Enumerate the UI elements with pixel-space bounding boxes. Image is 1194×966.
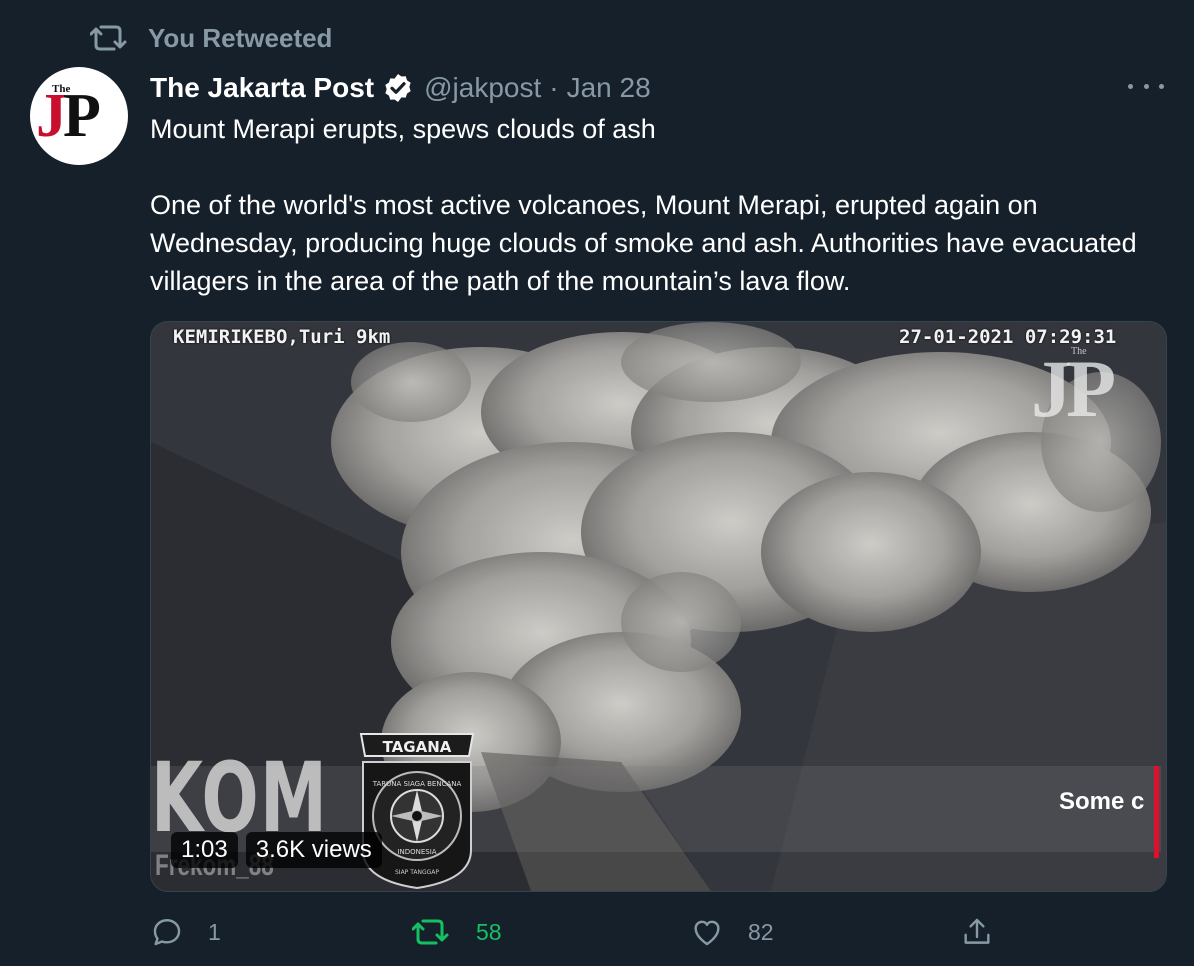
video-views-badge: 3.6K views xyxy=(245,832,382,868)
retweet-icon xyxy=(90,25,127,51)
author-avatar[interactable]: The JP xyxy=(30,67,128,165)
video-info-badges: 1:03 3.6K views xyxy=(171,832,382,868)
avatar-logo: JP xyxy=(36,82,101,150)
like-button[interactable]: 82 xyxy=(690,912,774,952)
video-player[interactable]: KEMIRIKEBO,Turi 9km 27-01-2021 07:29:31 … xyxy=(150,321,1167,892)
camera-location-label: KEMIRIKEBO,Turi 9km xyxy=(173,326,391,348)
reply-button[interactable]: 1 xyxy=(150,912,221,952)
caption-accent-bar xyxy=(1154,766,1159,858)
tweet-header: The Jakarta Post @jakpost · Jan 28 xyxy=(150,68,651,108)
author-handle[interactable]: @jakpost xyxy=(424,72,541,104)
svg-text:TARUNA SIAGA BENCANA: TARUNA SIAGA BENCANA xyxy=(372,780,462,788)
tweet-text: Mount Merapi erupts, spews clouds of ash… xyxy=(150,110,1180,300)
retweet-action-icon xyxy=(412,919,449,945)
verified-badge-icon xyxy=(385,74,411,102)
tweet-body: One of the world's most active volcanoes… xyxy=(150,190,1137,296)
retweet-count: 58 xyxy=(476,918,502,945)
heart-icon xyxy=(694,920,720,946)
tweet-headline: Mount Merapi erupts, spews clouds of ash xyxy=(150,114,656,144)
like-count: 82 xyxy=(748,918,774,945)
reply-icon xyxy=(153,919,181,946)
tweet-date[interactable]: Jan 28 xyxy=(567,72,651,104)
tagana-label: TAGANA xyxy=(383,738,452,756)
share-icon xyxy=(964,918,990,944)
header-separator: · xyxy=(549,72,559,103)
watermark-logo: JP xyxy=(1031,343,1116,434)
svg-text:SIAP TANGGAP: SIAP TANGGAP xyxy=(395,869,439,876)
retweet-context-label: You Retweeted xyxy=(148,22,333,53)
svg-text:INDONESIA: INDONESIA xyxy=(397,848,436,856)
video-duration-badge: 1:03 xyxy=(171,832,238,868)
more-options-icon[interactable] xyxy=(1128,78,1164,94)
retweet-button[interactable]: 58 xyxy=(412,912,502,952)
retweet-context[interactable]: You Retweeted xyxy=(90,22,332,54)
author-display-name[interactable]: The Jakarta Post xyxy=(150,72,374,104)
partial-caption-text: Some c xyxy=(1059,788,1145,815)
reply-count: 1 xyxy=(208,918,221,945)
share-button[interactable] xyxy=(960,912,994,952)
